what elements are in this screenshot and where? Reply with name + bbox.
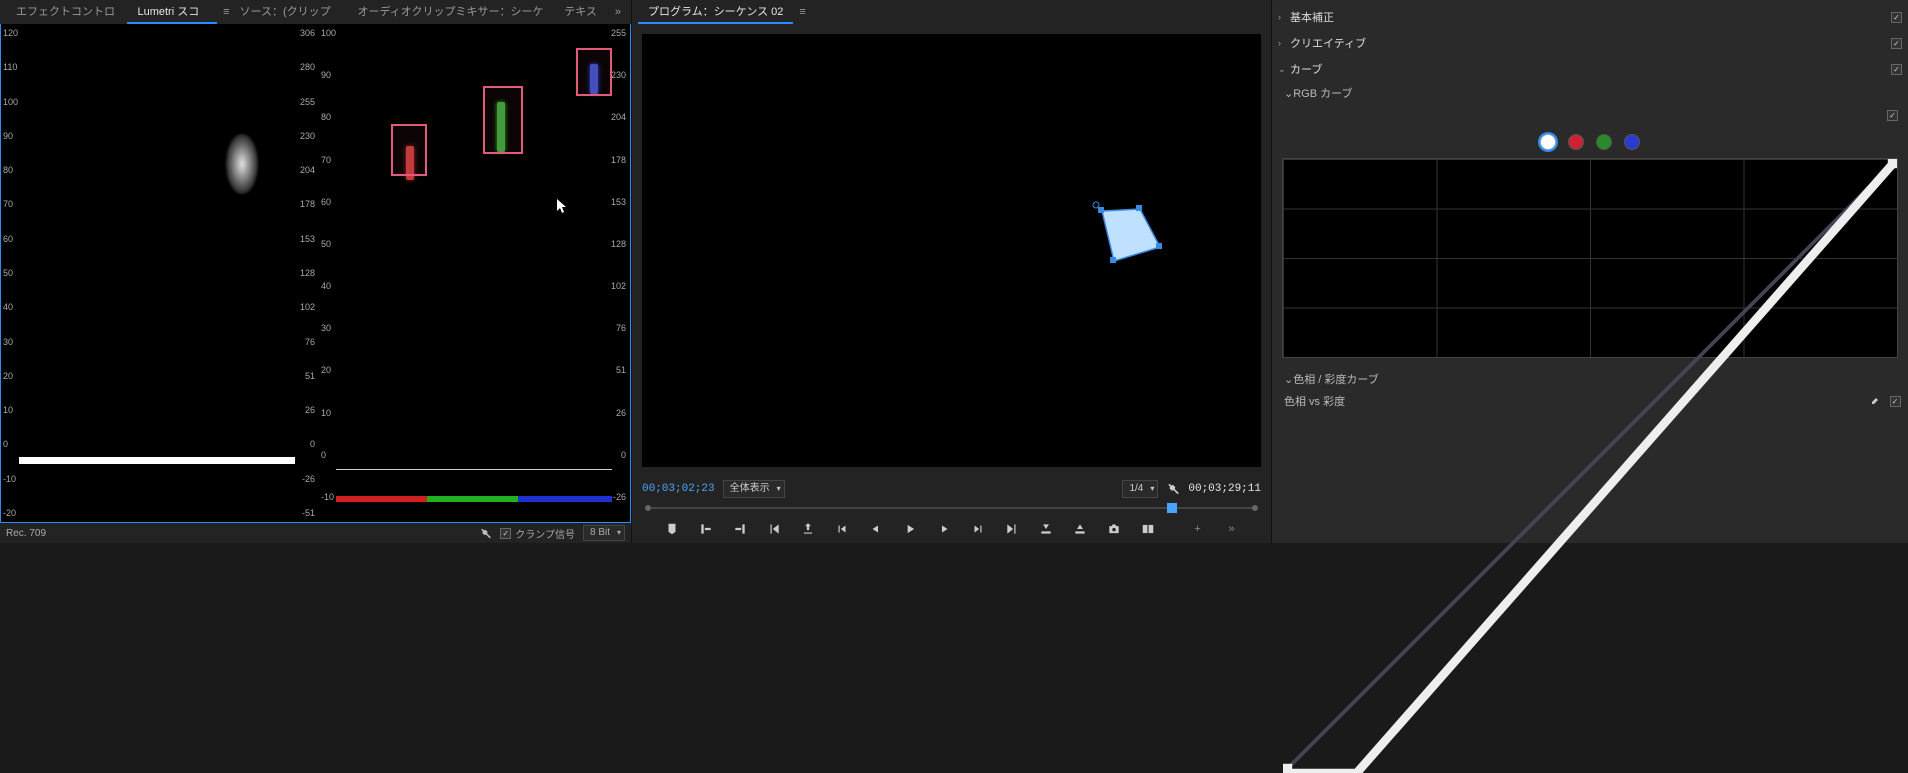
tab-effect-controls[interactable]: エフェクトコントロール — [6, 0, 127, 24]
timecode-row: 00;03;02;23 全体表示 1/4 00;03;29;11 — [632, 477, 1271, 501]
rgb-axis-right: 2552302041781531281027651260-26 — [606, 28, 628, 502]
mask-shape[interactable] — [1092, 199, 1172, 279]
step-forward-icon[interactable] — [970, 521, 986, 537]
extract-icon[interactable] — [1072, 521, 1088, 537]
subsection-rgb-curves[interactable]: ⌄ RGB カーブ — [1278, 82, 1902, 104]
colorspace-label: Rec. 709 — [6, 528, 46, 539]
rgb-curve-enable-row: ✓ — [1278, 104, 1902, 126]
camera-icon[interactable] — [1106, 521, 1122, 537]
clamp-signal-toggle[interactable]: ✓ クランプ信号 — [500, 526, 575, 541]
scrub-end-handle[interactable] — [1252, 505, 1258, 511]
export-frame-icon[interactable] — [800, 521, 816, 537]
play-icon[interactable] — [902, 521, 918, 537]
chevron-right-icon: › — [1278, 12, 1290, 22]
section-creative[interactable]: › クリエイティブ ✓ — [1278, 30, 1902, 56]
section-label: 基本補正 — [1290, 9, 1334, 25]
annotation-rect-red — [391, 124, 427, 176]
section-basic-correction[interactable]: › 基本補正 ✓ — [1278, 4, 1902, 30]
scopes-panel: エフェクトコントロール Lumetri スコープ ≡ ソース：(クリップなし) … — [0, 0, 632, 543]
transport-buttons: + » — [632, 515, 1271, 543]
panel-menu-icon[interactable]: ≡ — [799, 6, 805, 18]
overflow-icon[interactable]: » — [1224, 521, 1240, 537]
channel-green-icon[interactable] — [1596, 134, 1612, 150]
bit-depth-dropdown[interactable]: 8 Bit — [583, 525, 625, 541]
chevron-right-icon: › — [1278, 38, 1290, 48]
section-label: クリエイティブ — [1290, 35, 1366, 51]
luma-waveform-trace — [226, 134, 258, 194]
rgb-axis-left: 1009080706050403020100-10 — [319, 28, 337, 502]
tab-text[interactable]: テキスト — [554, 0, 611, 24]
go-to-in-icon[interactable] — [766, 521, 782, 537]
curve-channel-selector — [1278, 126, 1902, 158]
section-curves[interactable]: ⌄ カーブ ✓ — [1278, 56, 1902, 82]
fit-dropdown[interactable]: 全体表示 — [723, 480, 785, 498]
button-editor-icon[interactable]: + — [1190, 521, 1206, 537]
channel-luma-icon[interactable] — [1540, 134, 1556, 150]
resolution-dropdown[interactable]: 1/4 — [1122, 480, 1158, 498]
luma-axis-left: 1201101009080706050403020100-10-20 — [1, 28, 19, 518]
luma-baseline — [19, 457, 295, 464]
scopes-body: 1201101009080706050403020100-10-20 30628… — [0, 24, 631, 523]
step-back-icon[interactable] — [834, 521, 850, 537]
luma-axis-right: 3062802552302041781531281027651260-26-51 — [295, 28, 317, 518]
annotation-rect-blue — [576, 48, 612, 96]
subsection-label: RGB カーブ — [1293, 85, 1352, 101]
scopes-tab-bar: エフェクトコントロール Lumetri スコープ ≡ ソース：(クリップなし) … — [0, 0, 631, 24]
annotation-rect-green — [483, 86, 523, 154]
settings-wrench-icon[interactable] — [1166, 482, 1180, 496]
comparison-view-icon[interactable] — [1140, 521, 1156, 537]
section-toggle[interactable]: ✓ — [1891, 37, 1902, 49]
scrub-bar[interactable] — [642, 501, 1261, 515]
rgb-curve-editor[interactable] — [1282, 158, 1898, 358]
lift-icon[interactable] — [1038, 521, 1054, 537]
tab-lumetri-scopes[interactable]: Lumetri スコープ — [127, 0, 217, 24]
checkbox-icon: ✓ — [500, 528, 511, 539]
scope-footer: Rec. 709 ✓ クランプ信号 8 Bit — [0, 523, 631, 543]
add-marker-icon[interactable] — [664, 521, 680, 537]
curve-line — [1283, 159, 1897, 773]
mark-in-icon[interactable] — [698, 521, 714, 537]
frame-forward-icon[interactable] — [936, 521, 952, 537]
tabs-overflow-icon[interactable]: » — [611, 6, 625, 18]
settings-wrench-icon[interactable] — [479, 527, 492, 540]
playhead[interactable] — [1167, 503, 1177, 513]
section-toggle[interactable]: ✓ — [1891, 11, 1902, 23]
channel-red-icon[interactable] — [1568, 134, 1584, 150]
lumetri-panel: › 基本補正 ✓ › クリエイティブ ✓ ⌄ カーブ ✓ ⌄ RGB カーブ ✓… — [1272, 0, 1908, 543]
parade-zero-line — [336, 469, 612, 470]
section-label: カーブ — [1290, 61, 1322, 77]
parade-baseline — [336, 496, 612, 502]
program-panel: プログラム：シーケンス 02 ≡ 00;03;02;23 全体表示 1/4 00… — [632, 0, 1272, 543]
clamp-signal-label: クランプ信号 — [515, 526, 575, 541]
scope-area: 1201101009080706050403020100-10-20 30628… — [1, 24, 630, 522]
program-tab-bar: プログラム：シーケンス 02 ≡ — [632, 0, 1271, 24]
rgb-curve-toggle[interactable]: ✓ — [1887, 109, 1898, 121]
mark-out-icon[interactable] — [732, 521, 748, 537]
program-monitor[interactable] — [642, 34, 1261, 467]
go-to-out-icon[interactable] — [1004, 521, 1020, 537]
tab-program[interactable]: プログラム：シーケンス 02 — [638, 0, 793, 24]
timecode-in[interactable]: 00;03;02;23 — [642, 483, 715, 495]
cursor-icon — [557, 199, 569, 215]
channel-blue-icon[interactable] — [1624, 134, 1640, 150]
timecode-out[interactable]: 00;03;29;11 — [1188, 483, 1261, 495]
scrub-start-handle[interactable] — [645, 505, 651, 511]
section-toggle[interactable]: ✓ — [1891, 63, 1902, 75]
chevron-down-icon: ⌄ — [1284, 87, 1293, 100]
chevron-down-icon: ⌄ — [1278, 64, 1290, 75]
tab-audio-mixer[interactable]: オーディオクリップミキサー：シーケンス 02 — [347, 0, 554, 24]
scrub-track — [648, 507, 1255, 509]
tab-source[interactable]: ソース：(クリップなし) — [230, 0, 348, 24]
frame-back-icon[interactable] — [868, 521, 884, 537]
